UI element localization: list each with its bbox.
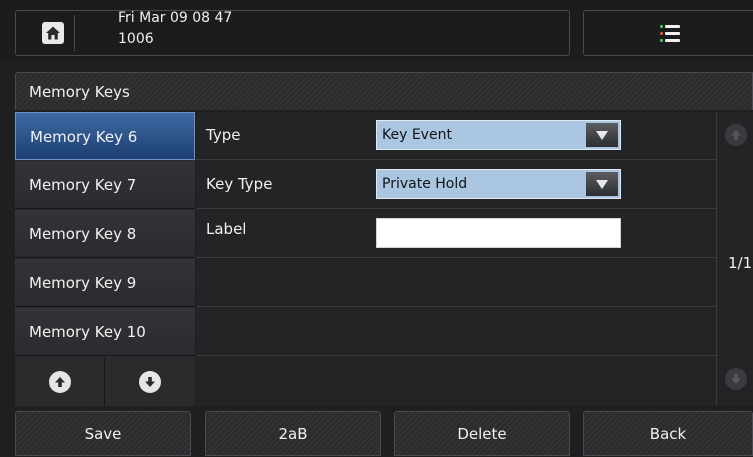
triangle-down-icon: [586, 123, 618, 147]
key-type-select-value: Private Hold: [382, 176, 468, 192]
label-input[interactable]: [376, 218, 621, 248]
key-type-label: Key Type: [206, 175, 273, 193]
sidebar-item-label: Memory Key 9: [29, 274, 137, 292]
softkey-bar: Save 2aB Delete Back: [0, 411, 753, 456]
sidebar-item-label: Memory Key 7: [29, 176, 137, 194]
list-scroll-up-button[interactable]: [15, 358, 105, 406]
menu-button[interactable]: [583, 10, 753, 56]
label-row: Label: [196, 210, 716, 258]
memory-key-list: Memory Key 6 Memory Key 7 Memory Key 8 M…: [15, 112, 195, 406]
list-scroll-controls: [15, 358, 195, 406]
sidebar-item-label: Memory Key 10: [29, 323, 146, 341]
page-down-button[interactable]: [725, 368, 747, 390]
memory-key-form: Type Key Event Key Type Private Hold Lab…: [196, 112, 716, 406]
type-select-value: Key Event: [382, 127, 452, 143]
page-up-button[interactable]: [725, 124, 747, 146]
top-status-bar: Fri Mar 09 08 47 1006: [0, 0, 753, 62]
status-date-time: Fri Mar 09 08 47: [118, 10, 233, 26]
empty-row: [196, 259, 716, 307]
triangle-down-icon: [586, 172, 618, 196]
page-scroll-column: 1/1: [716, 112, 753, 406]
home-button[interactable]: [31, 15, 75, 51]
home-icon: [41, 22, 64, 44]
page-title-bar: Memory Keys: [15, 72, 753, 110]
sidebar-item-label: Memory Key 8: [29, 225, 137, 243]
key-type-row: Key Type Private Hold: [196, 161, 716, 209]
type-label: Type: [206, 126, 241, 144]
sidebar-item-memory-key-10[interactable]: Memory Key 10: [15, 308, 195, 356]
input-mode-button[interactable]: 2aB: [205, 411, 381, 456]
type-row: Type Key Event: [196, 112, 716, 160]
arrow-down-icon: [731, 374, 741, 384]
sidebar-item-memory-key-7[interactable]: Memory Key 7: [15, 161, 195, 209]
label-label: Label: [206, 220, 247, 238]
list-scroll-down-button[interactable]: [105, 358, 195, 406]
save-button[interactable]: Save: [15, 411, 191, 456]
back-button[interactable]: Back: [583, 411, 753, 456]
arrow-up-icon: [48, 371, 71, 393]
sidebar-item-memory-key-8[interactable]: Memory Key 8: [15, 210, 195, 258]
key-type-select[interactable]: Private Hold: [376, 169, 621, 199]
delete-button[interactable]: Delete: [394, 411, 570, 456]
sidebar-item-label: Memory Key 6: [30, 128, 138, 146]
arrow-down-icon: [139, 371, 161, 393]
page-indicator: 1/1: [728, 254, 753, 272]
empty-row: [196, 308, 716, 356]
page-title: Memory Keys: [29, 83, 130, 101]
type-select[interactable]: Key Event: [376, 120, 621, 150]
menu-list-icon: [660, 24, 680, 42]
status-extension: 1006: [118, 31, 154, 47]
sidebar-item-memory-key-6[interactable]: Memory Key 6: [15, 112, 195, 160]
status-panel: [15, 10, 570, 56]
sidebar-item-memory-key-9[interactable]: Memory Key 9: [15, 259, 195, 307]
arrow-up-icon: [731, 130, 741, 140]
